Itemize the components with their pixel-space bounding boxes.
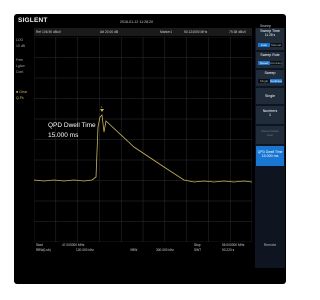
rbw-value: 120.000 kHz bbox=[76, 248, 94, 252]
spectrum-analyzer-screen: SIGLENT 2016-01-12 11:28:20 Sweep Ref 10… bbox=[14, 14, 286, 284]
trace-mode: ■ Clear bbox=[16, 90, 28, 94]
marker-triangle bbox=[100, 109, 104, 112]
marker-amplitude: 79.38 dBuV bbox=[229, 30, 247, 34]
qpd-button-title: QPD Dwell Time bbox=[257, 150, 283, 154]
qpd-dwell-time-button[interactable]: QPD Dwell Time 15.000 ms bbox=[256, 146, 284, 166]
qpd-overlay-title: QPD Dwell Time bbox=[48, 122, 96, 129]
stop-value: 55.000000 MHz bbox=[222, 243, 245, 247]
numbers-value: 1 bbox=[269, 113, 271, 117]
sweep-continue[interactable]: Continue bbox=[270, 79, 282, 83]
marker-1: 1 bbox=[100, 105, 104, 112]
sweep-toggle[interactable]: Single Continue bbox=[257, 79, 283, 83]
detector: Q-Pk bbox=[16, 96, 24, 100]
stop-label: Stop bbox=[194, 243, 201, 247]
sweep-rule-accuracy[interactable]: Accuracy bbox=[270, 61, 282, 65]
status-bar: Ref 106.90 dBuV Att 20.00 dB Marker1 50.… bbox=[34, 28, 252, 36]
swt-value: 93.220 s bbox=[222, 248, 235, 252]
plot-grid bbox=[34, 37, 252, 242]
softkey-panel: Sweep Time 11.28 s Auto Manual Sweep Rule… bbox=[255, 28, 285, 268]
start-label: Start bbox=[36, 243, 43, 247]
sweep-single[interactable]: Single bbox=[258, 79, 270, 83]
single-button[interactable]: Single bbox=[256, 88, 284, 104]
marker-frequency: 50.124000 MHz bbox=[184, 30, 208, 34]
rbw-label: RBW(Lsb) bbox=[36, 248, 51, 252]
sweep-rule-speed[interactable]: Speed bbox=[258, 61, 270, 65]
sweep-mode-label: Sweep Mode bbox=[261, 129, 279, 133]
sweep-time-manual[interactable]: Manual bbox=[270, 43, 282, 47]
numbers-label: Numbers bbox=[262, 109, 278, 113]
sweep-state: Cont bbox=[16, 70, 24, 74]
swt-label: SWT bbox=[194, 248, 202, 252]
sweep-time-value: 11.28 s bbox=[264, 33, 276, 37]
scale-type: LOG bbox=[16, 38, 24, 42]
vbw-label: VBW bbox=[130, 248, 138, 252]
sweep-time-toggle[interactable]: Auto Manual bbox=[257, 43, 283, 47]
remote-indicator: Remote bbox=[263, 243, 277, 247]
marker-number: 1 bbox=[101, 105, 103, 109]
sweep-time-auto[interactable]: Auto bbox=[258, 43, 270, 47]
ref-level: Ref 106.90 dBuV bbox=[36, 30, 62, 34]
datetime: 2016-01-12 11:28:20 bbox=[120, 20, 154, 24]
avg-type: LgAvr bbox=[16, 64, 25, 68]
sweep-title: Sweep bbox=[264, 71, 276, 75]
sweep-time-key[interactable]: Sweep Time 11.28 s Auto Manual bbox=[256, 28, 284, 50]
spectrum-plot: 1 QPD Dwell Time 15.000 ms bbox=[34, 37, 252, 242]
qpd-overlay-value: 15.000 ms bbox=[48, 132, 79, 139]
scale-div: 10 dB bbox=[16, 44, 25, 48]
sweep-rule-key[interactable]: Sweep Rule Speed Accuracy bbox=[256, 52, 284, 68]
qpd-button-value: 15.000 ms bbox=[261, 154, 279, 158]
vbw-value: 300.000 kHz bbox=[156, 248, 174, 252]
attenuation: Att 20.00 dB bbox=[100, 30, 119, 34]
measurement-area: Ref 106.90 dBuV Att 20.00 dB Marker1 50.… bbox=[14, 28, 254, 268]
numbers-button[interactable]: Numbers 1 bbox=[256, 106, 284, 124]
sweep-key[interactable]: Sweep Single Continue bbox=[256, 70, 284, 86]
start-value: 47.000000 MHz bbox=[62, 243, 85, 247]
sweep-rule-toggle[interactable]: Speed Accuracy bbox=[257, 61, 283, 65]
brand-logo: SIGLENT bbox=[18, 17, 48, 24]
sweep-mode-value: Auto bbox=[266, 133, 274, 137]
sweep-rule-title: Sweep Rule bbox=[260, 53, 280, 57]
trigger-mode: Free bbox=[16, 58, 23, 62]
marker-label: Marker1 bbox=[160, 30, 173, 34]
sweep-mode-button[interactable]: Sweep Mode Auto bbox=[256, 126, 284, 144]
